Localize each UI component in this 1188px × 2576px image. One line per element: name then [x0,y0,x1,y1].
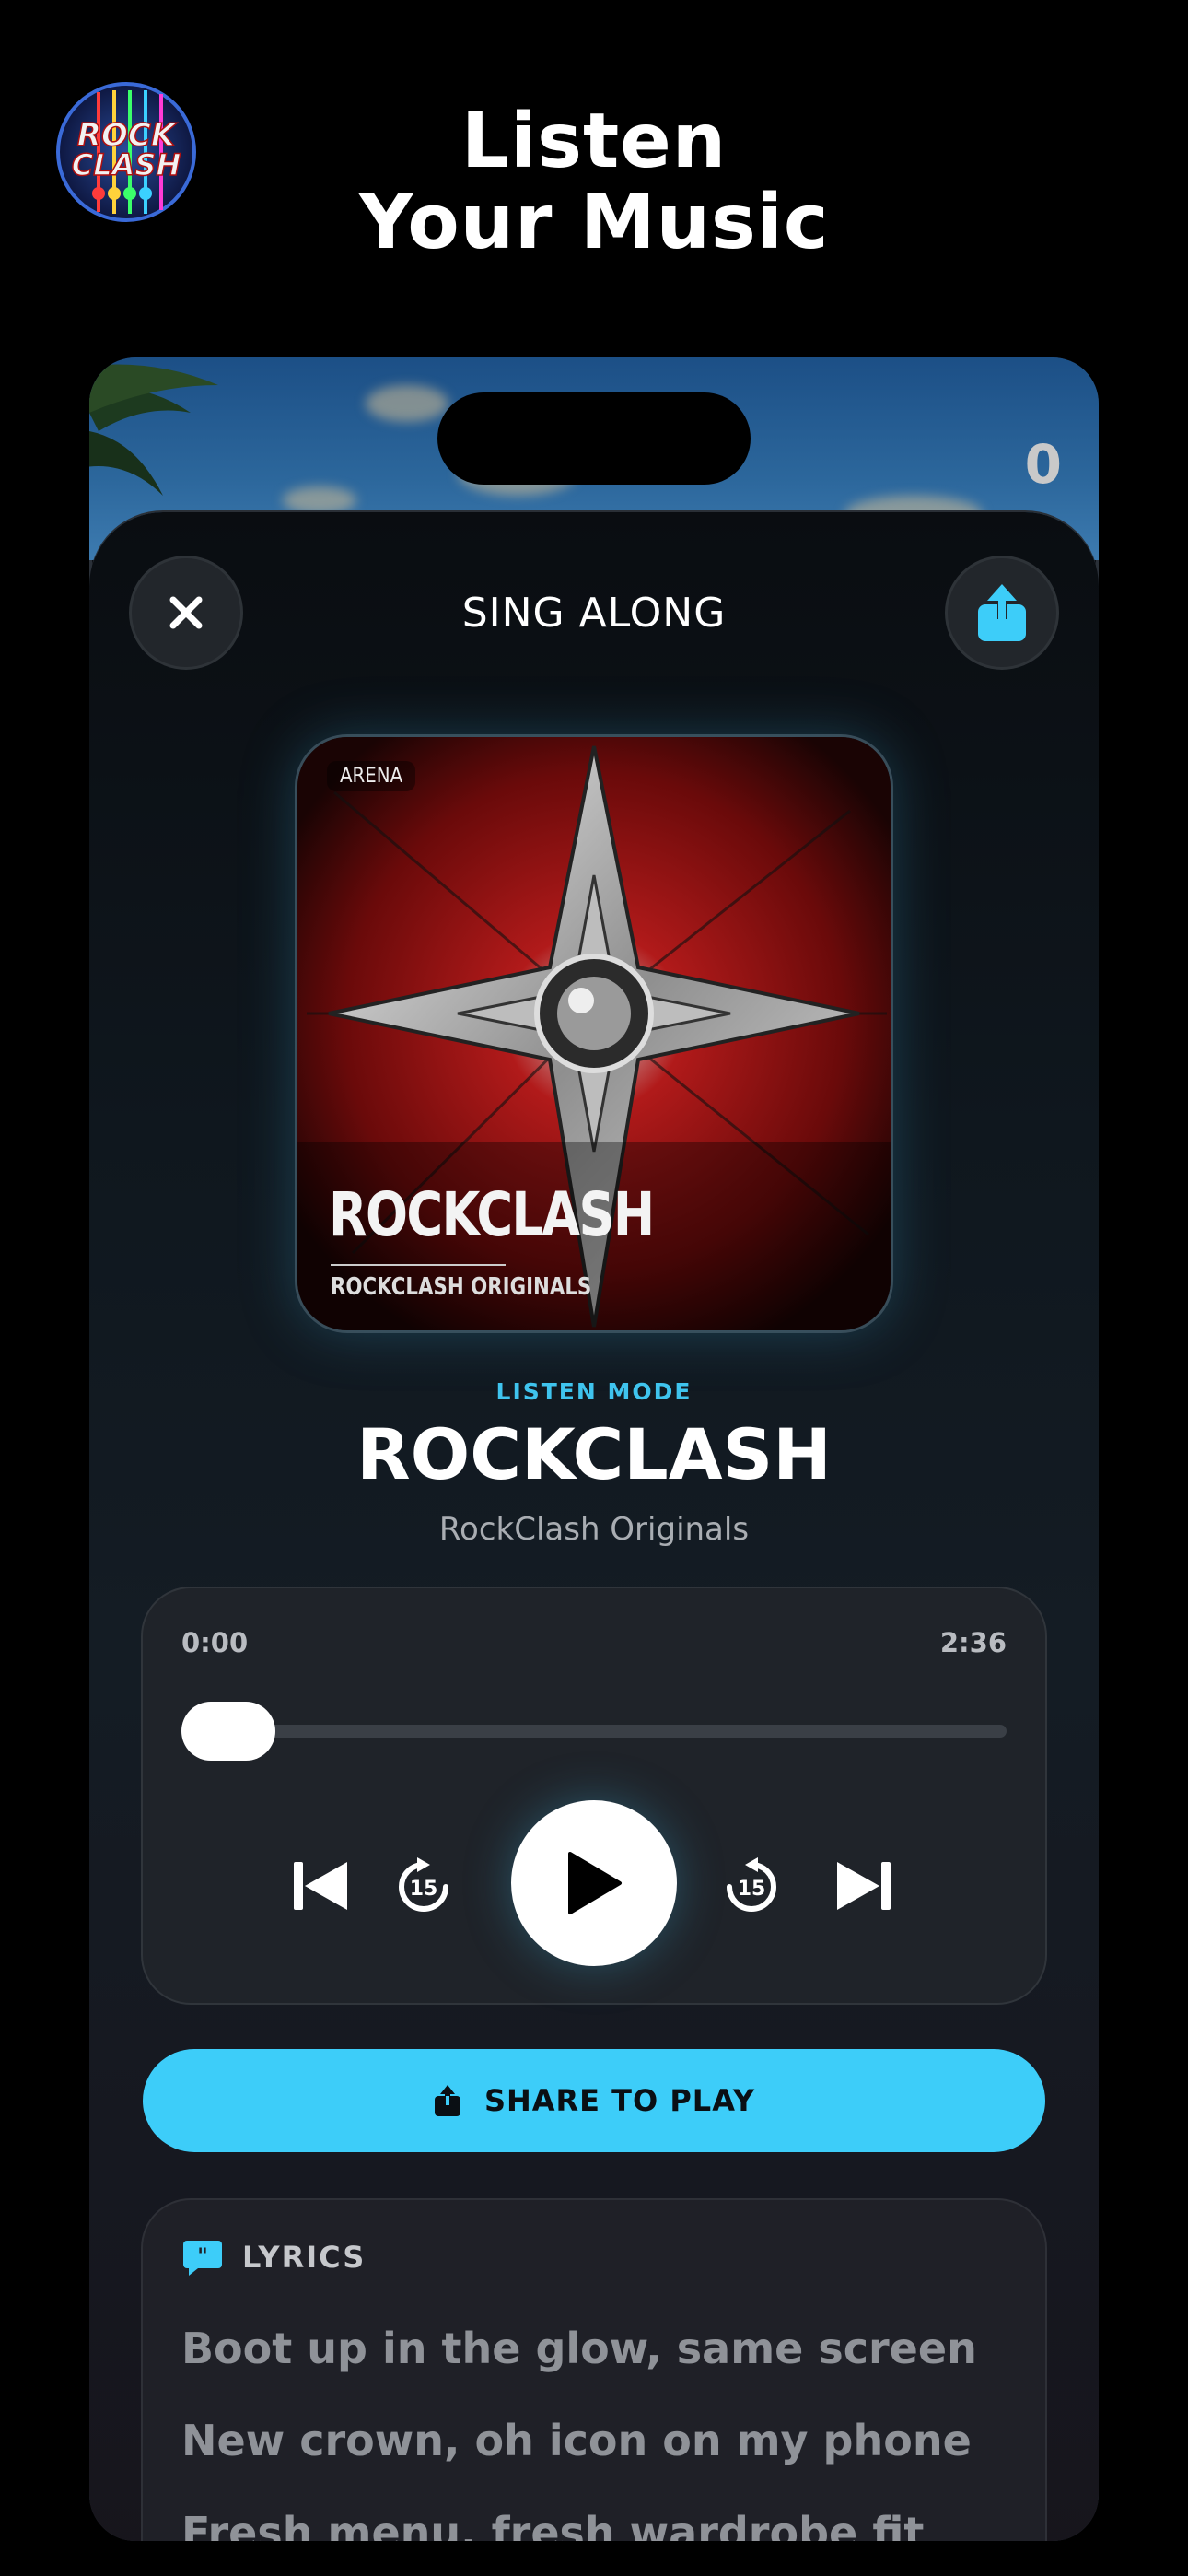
progress-track[interactable] [181,1725,1007,1738]
forward-15-icon: 15 [727,1857,776,1912]
quote-bubble-icon: " [183,2241,222,2276]
share-icon [978,584,1026,641]
phone-frame: 0 SING ALONG ARENA ROCKCLASH ROCKCLASH O… [89,357,1099,2541]
page-headline: Listen Your Music [313,101,875,263]
share-button[interactable] [948,558,1056,667]
artist-name: RockClash Originals [438,1511,750,1548]
dynamic-island [437,392,751,485]
next-button[interactable] [833,1856,894,1916]
skip-previous-icon [294,1862,347,1910]
total-duration: 2:36 [939,1627,1007,1658]
album-divider [331,1264,506,1266]
rockclash-logo: ROCK CLASH [56,82,196,222]
share-to-play-button[interactable]: SHARE TO PLAY [143,2049,1045,2152]
logo-text-clash: CLASH [72,147,181,182]
lyrics-label: LYRICS [242,2240,367,2275]
album-tag: ARENA [327,761,416,791]
lyric-line: New crown, oh icon on my phone [181,2416,972,2465]
svg-text:": " [197,2245,207,2268]
skip-next-icon [837,1862,891,1910]
share-to-play-label: SHARE TO PLAY [483,2083,756,2118]
lyrics-card: " LYRICS Boot up in the glow, same scree… [143,2200,1045,2541]
lyrics-header: " LYRICS [183,2239,366,2276]
album-subtitle: ROCKCLASH ORIGINALS [331,1273,592,1301]
headline-line-2: Your Music [358,179,830,266]
forward-15-button[interactable]: 15 [721,1856,782,1916]
player-card: 0:00 2:36 15 15 [143,1588,1045,2003]
play-button[interactable] [511,1800,677,1966]
progress-thumb[interactable] [181,1702,275,1761]
rewind-15-button[interactable]: 15 [393,1856,454,1916]
headline-line-1: Listen [460,98,728,185]
elapsed-time: 0:00 [181,1627,249,1658]
album-title: ROCKCLASH [329,1179,655,1250]
lyric-line: Boot up in the glow, same screen [181,2324,977,2373]
forward-15-label: 15 [738,1878,766,1901]
listen-mode-label: LISTEN MODE [495,1378,693,1405]
game-score: 0 [1024,433,1062,496]
album-art: ARENA ROCKCLASH ROCKCLASH ORIGINALS [297,737,891,1330]
rewind-15-label: 15 [410,1878,438,1901]
lyric-line: Fresh menu, fresh wardrobe fit [181,2508,925,2541]
share-upload-icon [434,2085,460,2116]
sing-along-sheet: SING ALONG ARENA ROCKCLASH ROCKCLASH ORI… [89,512,1099,2541]
previous-button[interactable] [290,1856,351,1916]
song-title: ROCKCLASH [356,1413,832,1495]
rewind-15-icon: 15 [399,1857,448,1912]
play-icon [568,1852,622,1914]
